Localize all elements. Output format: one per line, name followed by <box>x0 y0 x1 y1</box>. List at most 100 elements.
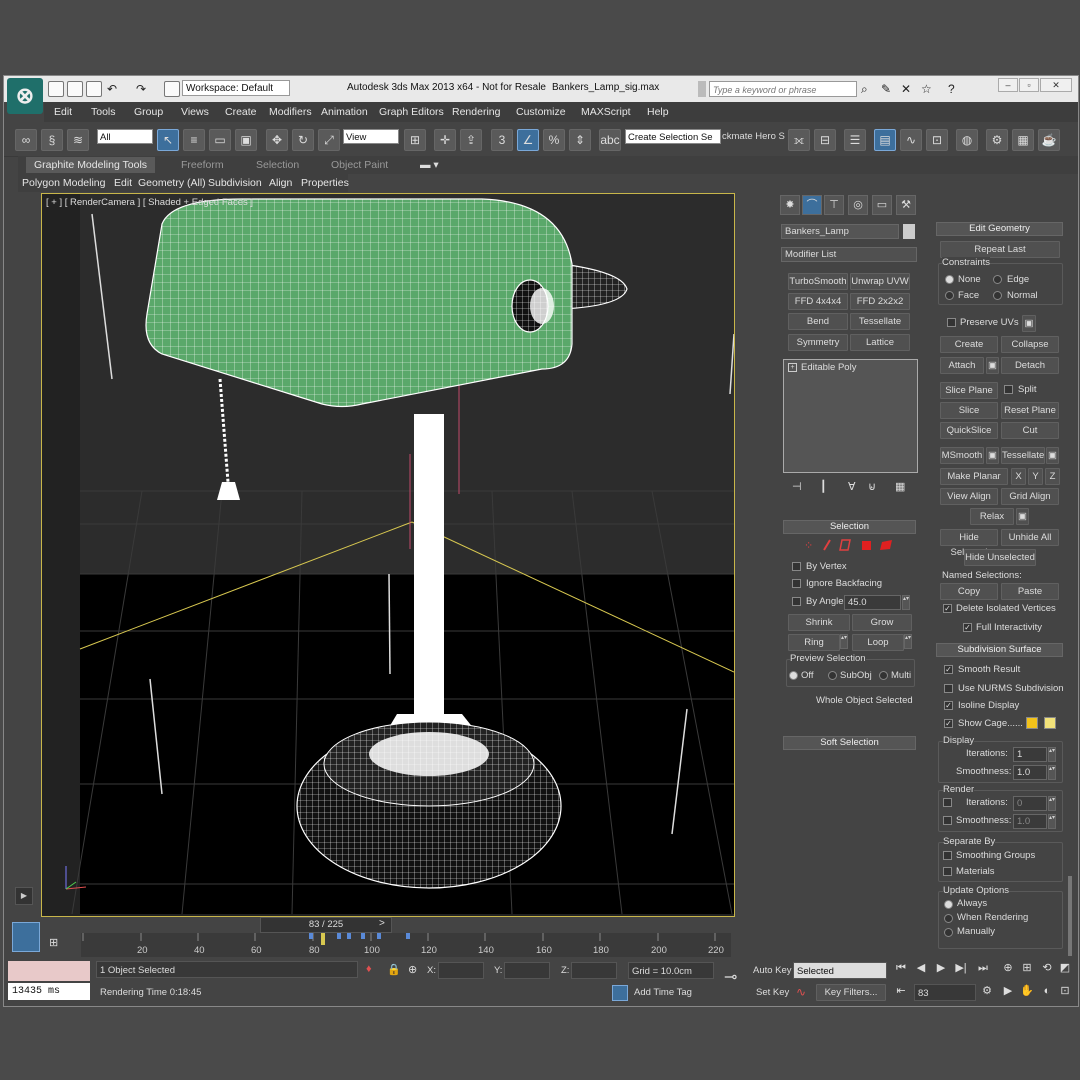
ring-button[interactable]: Ring <box>788 634 840 651</box>
constraint-none-radio[interactable] <box>945 275 954 284</box>
by-vertex-checkbox[interactable] <box>792 562 801 571</box>
cage-color-swatch-1[interactable] <box>1026 717 1038 729</box>
new-file-icon[interactable] <box>48 81 64 97</box>
key-filters-button[interactable]: Key Filters... <box>816 984 886 1001</box>
turbosmooth-button[interactable]: TurboSmooth <box>788 273 848 290</box>
object-color-swatch[interactable] <box>903 224 915 239</box>
selection-rollout-header[interactable]: Selection <box>783 520 916 534</box>
undo-icon[interactable]: ↶ <box>107 82 117 96</box>
preserve-uvs-settings-icon[interactable]: ▣ <box>1022 315 1036 332</box>
maximize-viewport-icon[interactable]: ◩ <box>1058 961 1072 975</box>
subdivision-surface-rollout-header[interactable]: Subdivision Surface <box>936 643 1063 657</box>
menu-create[interactable]: Create <box>225 106 257 118</box>
pivot-center-icon[interactable]: ⊞ <box>404 129 426 151</box>
snaps-3d-icon[interactable]: 3 <box>491 129 513 151</box>
soft-selection-rollout-header[interactable]: Soft Selection <box>783 736 916 750</box>
tab-selection[interactable]: Selection <box>256 159 299 171</box>
render-smoothness-checkbox[interactable] <box>943 816 952 825</box>
make-planar-button[interactable]: Make Planar <box>940 468 1008 485</box>
update-when-rendering-radio[interactable] <box>944 914 953 923</box>
select-by-name-icon[interactable]: ≡ <box>183 129 205 151</box>
angle-value-field[interactable]: 45.0 <box>844 595 901 610</box>
constraint-face-radio[interactable] <box>945 291 954 300</box>
move-icon[interactable]: ✥ <box>266 129 288 151</box>
help-icon[interactable]: ? <box>948 82 955 96</box>
hide-unselected-button[interactable]: Hide Unselected <box>964 549 1036 566</box>
constraint-normal-radio[interactable] <box>993 291 1002 300</box>
tab-freeform[interactable]: Freeform <box>181 159 224 171</box>
bind-spacewarp-icon[interactable]: ≋ <box>67 129 89 151</box>
utilities-tab-icon[interactable]: ⚒ <box>896 195 916 215</box>
rendered-frame-window-icon[interactable]: ▦ <box>1012 129 1034 151</box>
menu-edit[interactable]: Edit <box>54 106 72 118</box>
display-smoothness-field[interactable]: 1.0 <box>1013 765 1047 780</box>
restore-button[interactable]: ▫ <box>1019 78 1039 92</box>
mirror-icon[interactable]: ⟗ <box>788 129 810 151</box>
relax-button[interactable]: Relax <box>970 508 1014 525</box>
panel-align[interactable]: Align <box>269 177 292 189</box>
orbit-icon[interactable]: ⟲ <box>1040 961 1054 975</box>
render-iterations-spinner[interactable]: ▴▾ <box>1048 796 1056 811</box>
search-input[interactable]: Type a keyword or phrase <box>709 81 857 97</box>
unlink-icon[interactable]: § <box>41 129 63 151</box>
menu-maxscript[interactable]: MAXScript <box>581 106 631 118</box>
configure-modifier-sets-icon[interactable]: ▦ <box>895 480 905 493</box>
angle-spinner[interactable]: ▴▾ <box>902 595 910 610</box>
communication-center-icon[interactable]: ✎ <box>881 82 891 96</box>
full-interactivity-checkbox[interactable]: ✓ <box>963 623 972 632</box>
connect-icon[interactable]: ✕ <box>901 82 911 96</box>
angle-snap-icon[interactable]: ∠ <box>517 129 539 151</box>
render-setup-icon[interactable]: ⚙ <box>986 129 1008 151</box>
schematic-view-icon[interactable]: ⊡ <box>926 129 948 151</box>
show-end-result-icon[interactable]: ┃ <box>820 480 827 493</box>
ffd-4x4x4-button[interactable]: FFD 4x4x4 <box>788 293 848 310</box>
minimize-button[interactable]: – <box>998 78 1018 92</box>
planar-y-button[interactable]: Y <box>1028 468 1043 485</box>
use-nurms-checkbox[interactable] <box>944 684 953 693</box>
render-smoothness-field[interactable]: 1.0 <box>1013 814 1047 829</box>
render-iterations-checkbox[interactable] <box>943 798 952 807</box>
unwrap-uvw-button[interactable]: Unwrap UVW <box>850 273 910 290</box>
track-bar[interactable]: 20 40 60 80 100 120 140 160 180 200 220 <box>81 933 731 957</box>
favorites-icon[interactable]: ☆ <box>921 82 932 96</box>
remove-modifier-icon[interactable]: ⊌ <box>868 480 876 493</box>
edit-named-selections-icon[interactable]: abc <box>599 129 621 151</box>
z-coordinate-field[interactable] <box>571 962 617 979</box>
project-folder-icon[interactable] <box>164 81 180 97</box>
pin-stack-icon[interactable]: ⊣ <box>792 480 802 493</box>
workspace-dropdown[interactable]: Workspace: Default <box>182 80 290 96</box>
motion-tab-icon[interactable]: ◎ <box>848 195 868 215</box>
field-of-view-icon[interactable]: ▶ <box>1001 984 1015 998</box>
msmooth-settings-icon[interactable]: ▣ <box>986 447 999 464</box>
expand-icon[interactable]: + <box>788 363 797 372</box>
key-mode-dropdown[interactable]: Selected <box>793 962 887 979</box>
keyboard-shortcut-icon[interactable]: ⇪ <box>460 129 482 151</box>
attach-button[interactable]: Attach <box>940 357 984 374</box>
pan-icon[interactable]: ✋ <box>1020 984 1034 998</box>
cut-button[interactable]: Cut <box>1001 422 1059 439</box>
hide-selected-button[interactable]: Hide Selected <box>940 529 998 558</box>
time-tag-icon[interactable] <box>612 985 628 1001</box>
loop-spinner[interactable]: ▴▾ <box>904 634 912 649</box>
select-manipulate-icon[interactable]: ✛ <box>434 129 456 151</box>
menu-graph-editors[interactable]: Graph Editors <box>379 106 444 118</box>
preview-multi-radio[interactable] <box>879 671 888 680</box>
panel-properties[interactable]: Properties <box>301 177 349 189</box>
preserve-uvs-checkbox[interactable] <box>947 318 956 327</box>
render-iterations-field[interactable]: 0 <box>1013 796 1047 811</box>
viewport-label[interactable]: [ + ] [ RenderCamera ] [ Shaded + Edged … <box>46 197 253 208</box>
go-to-end-icon[interactable]: ⏭ <box>976 961 990 975</box>
close-button[interactable]: ✕ <box>1040 78 1072 92</box>
menu-modifiers[interactable]: Modifiers <box>269 106 312 118</box>
relax-settings-icon[interactable]: ▣ <box>1016 508 1029 525</box>
selection-region-icon[interactable]: ▭ <box>209 129 231 151</box>
display-iterations-spinner[interactable]: ▴▾ <box>1048 747 1056 762</box>
tessellate-button[interactable]: Tessellate <box>1001 447 1045 464</box>
panel-edit[interactable]: Edit <box>114 177 132 189</box>
redo-icon[interactable]: ↷ <box>136 82 146 96</box>
create-tab-icon[interactable]: ✸ <box>780 195 800 215</box>
cage-color-swatch-2[interactable] <box>1044 717 1056 729</box>
bend-button[interactable]: Bend <box>788 313 848 330</box>
create-button[interactable]: Create <box>940 336 998 353</box>
time-config-icon[interactable]: ⚙ <box>980 984 994 998</box>
